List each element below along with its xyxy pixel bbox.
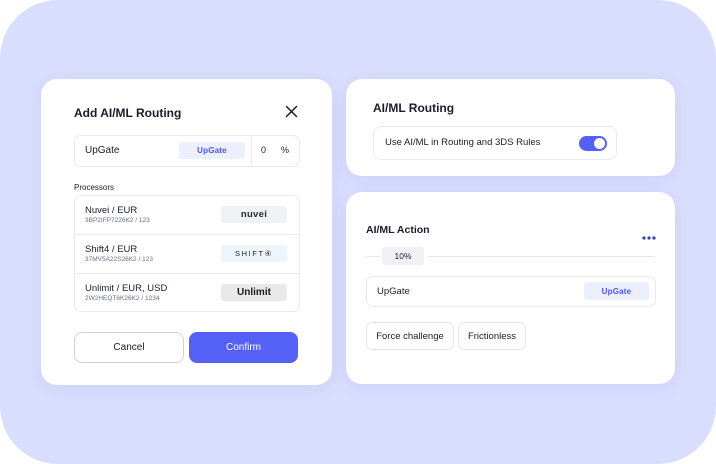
more-horizontal-icon[interactable]: [642, 227, 656, 240]
nuvei-logo: nuvei: [221, 206, 287, 223]
modal-title: Add AI/ML Routing: [74, 106, 182, 120]
processors-label: Processors: [74, 183, 115, 192]
processor-row-unlimit[interactable]: Unlimit / EUR, USD 2W2HEQT6K26K2 / 1234 …: [75, 273, 299, 311]
processor-name: Nuvei / EUR: [85, 205, 138, 216]
percent-divider: [251, 136, 252, 166]
processor-list: Nuvei / EUR 3BP2IFP7226K2 / 123 nuvei Sh…: [74, 195, 300, 312]
processor-id: 37MV5A22S26K2 / 123: [85, 256, 153, 263]
close-icon[interactable]: [285, 105, 298, 118]
split-line-left: [366, 256, 380, 257]
toggle-label: Use AI/ML in Routing and 3DS Rules: [385, 137, 541, 148]
action-upgate-row[interactable]: UpGate UpGate: [366, 276, 656, 307]
processor-name: Unlimit / EUR, USD: [85, 283, 168, 294]
add-routing-modal: Add AI/ML Routing UpGate UpGate 0 % Proc…: [41, 79, 332, 385]
ai-routing-toggle[interactable]: [579, 136, 607, 151]
processor-row-nuvei[interactable]: Nuvei / EUR 3BP2IFP7226K2 / 123 nuvei: [75, 196, 299, 234]
upgate-label: UpGate: [85, 145, 120, 156]
action-card: AI/ML Action 10% UpGate UpGate Force cha…: [346, 192, 675, 384]
split-line-right: [428, 256, 654, 257]
upgate-label: UpGate: [377, 286, 410, 297]
routing-settings-card: AI/ML Routing Use AI/ML in Routing and 3…: [346, 79, 675, 176]
unlimit-logo: Unlimit: [221, 284, 287, 301]
processor-id: 2W2HEQT6K26K2 / 1234: [85, 295, 160, 302]
processor-name: Shift4 / EUR: [85, 244, 138, 255]
frictionless-button[interactable]: Frictionless: [458, 322, 526, 350]
percent-input[interactable]: 0: [261, 145, 266, 155]
processor-row-shift4[interactable]: Shift4 / EUR 37MV5A22S26K2 / 123 SHIFT④: [75, 234, 299, 273]
confirm-button[interactable]: Confirm: [189, 332, 298, 363]
toggle-knob: [594, 138, 605, 149]
upgate-logo-badge: UpGate: [179, 142, 245, 159]
force-challenge-button[interactable]: Force challenge: [366, 322, 454, 350]
ai-routing-toggle-row: Use AI/ML in Routing and 3DS Rules: [373, 126, 617, 160]
routing-card-title: AI/ML Routing: [373, 101, 455, 115]
action-card-title: AI/ML Action: [366, 224, 430, 236]
percent-chip: 10%: [382, 247, 424, 265]
processor-id: 3BP2IFP7226K2 / 123: [85, 217, 150, 224]
upgate-logo-badge: UpGate: [584, 282, 649, 300]
percent-unit: %: [281, 145, 290, 155]
shift4-logo: SHIFT④: [221, 245, 287, 262]
cancel-button[interactable]: Cancel: [74, 332, 184, 363]
upgate-allocation-row: UpGate UpGate 0 %: [74, 135, 300, 167]
